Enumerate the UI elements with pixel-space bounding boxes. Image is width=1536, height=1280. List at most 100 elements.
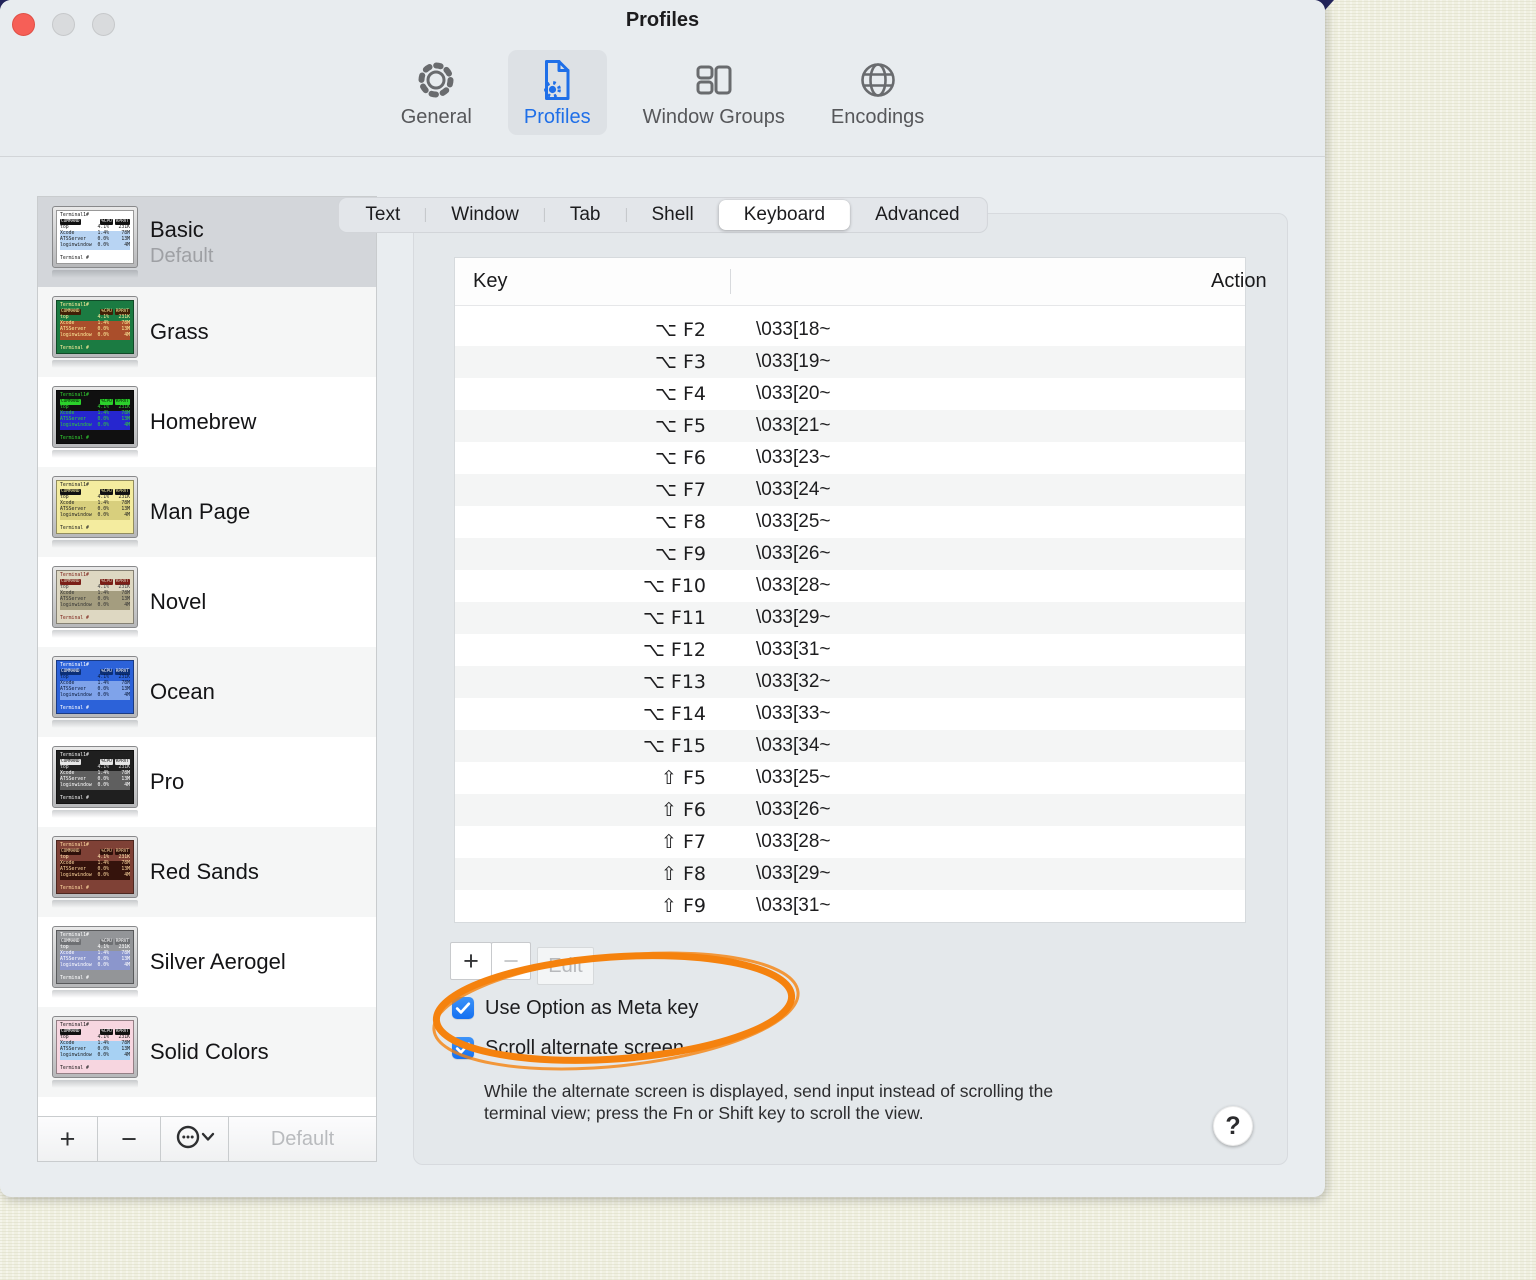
remove-profile-button[interactable]: − xyxy=(98,1117,161,1161)
tab-advanced[interactable]: Advanced xyxy=(850,200,985,230)
add-profile-button[interactable]: + xyxy=(38,1117,98,1161)
action-cell: \033[23~ xyxy=(756,447,831,468)
profile-name: Grass xyxy=(150,319,209,344)
thumbnail-reflection xyxy=(52,270,138,278)
action-cell: \033[25~ xyxy=(756,511,831,532)
toolbar-item-window-groups[interactable]: Window Groups xyxy=(633,50,795,135)
action-cell: \033[18~ xyxy=(756,319,831,340)
action-cell: \033[26~ xyxy=(756,543,831,564)
thumbnail-reflection xyxy=(52,990,138,998)
table-row[interactable]: ⇧ F6 \033[26~ xyxy=(455,794,1245,826)
terminal-preview-frame: Terminal1# COMMAND %CPU RPRVT top 4.1% 231K Xco… xyxy=(52,1016,138,1078)
help-button[interactable]: ? xyxy=(1213,1106,1253,1146)
profile-item-pro[interactable]: Terminal1# COMMAND %CPU RPRVT top 4.1% 231K Xco… xyxy=(38,737,376,827)
add-key-mapping-button[interactable]: + xyxy=(450,942,492,980)
terminal-preview-screen: Terminal1# COMMAND %CPU RPRVT top 4.1% 231K Xco… xyxy=(56,1020,134,1074)
plus-icon: + xyxy=(463,945,479,976)
table-row[interactable]: ⌥ F7 \033[24~ xyxy=(455,474,1245,506)
profile-item-homebrew[interactable]: Terminal1# COMMAND %CPU RPRVT top 4.1% 231K Xco… xyxy=(38,377,376,467)
action-cell: \033[19~ xyxy=(756,351,831,372)
key-cell: ⌥ F4 xyxy=(655,383,706,405)
profile-item-basic[interactable]: Terminal1# COMMAND %CPU RPRVT top 4.1% 231K Xco… xyxy=(38,197,376,287)
table-row[interactable]: ⌥ F15 \033[34~ xyxy=(455,730,1245,762)
profile-name: Man Page xyxy=(150,499,251,524)
checkbox-label: Use Option as Meta key xyxy=(485,996,699,1019)
terminal-preview-frame: Terminal1# COMMAND %CPU RPRVT top 4.1% 231K Xco… xyxy=(52,206,138,268)
checkbox-scroll-alternate-screen[interactable] xyxy=(452,1037,474,1059)
profile-item-novel[interactable]: Terminal1# COMMAND %CPU RPRVT top 4.1% 231K Xco… xyxy=(38,557,376,647)
table-row[interactable]: ⌥ F2 \033[18~ xyxy=(455,314,1245,346)
more-options-button[interactable] xyxy=(161,1117,229,1161)
tab-text[interactable]: Text xyxy=(340,200,425,230)
edit-button-label: Edit xyxy=(548,954,583,977)
table-row[interactable]: ⌥ F8 \033[25~ xyxy=(455,506,1245,538)
table-row[interactable]: ⇧ F5 \033[25~ xyxy=(455,762,1245,794)
profile-item-solid-colors[interactable]: Terminal1# COMMAND %CPU RPRVT top 4.1% 231K Xco… xyxy=(38,1007,376,1097)
profiles-sidebar: Terminal1# COMMAND %CPU RPRVT top 4.1% 231K Xco… xyxy=(37,196,377,1162)
key-cell: ⌥ F6 xyxy=(655,447,706,469)
edit-key-mapping-button[interactable]: Edit xyxy=(537,947,594,985)
table-row[interactable]: ⇧ F9 \033[31~ xyxy=(455,890,1245,922)
profile-item-grass[interactable]: Terminal1# COMMAND %CPU RPRVT top 4.1% 231K Xco… xyxy=(38,287,376,377)
table-row[interactable]: ⌥ F6 \033[23~ xyxy=(455,442,1245,474)
key-cell: ⇧ F9 xyxy=(661,895,706,917)
profile-name: Pro xyxy=(150,769,185,794)
table-row[interactable]: ⌥ F13 \033[32~ xyxy=(455,666,1245,698)
table-row[interactable]: ⇧ F8 \033[29~ xyxy=(455,858,1245,890)
profile-item-man-page[interactable]: Terminal1# COMMAND %CPU RPRVT top 4.1% 231K Xco… xyxy=(38,467,376,557)
tab-shell[interactable]: Shell xyxy=(626,200,718,230)
profile-thumbnail: Terminal1# COMMAND %CPU RPRVT top 4.1% 231K Xco… xyxy=(52,386,138,458)
terminal-preview-screen: Terminal1# COMMAND %CPU RPRVT top 4.1% 231K Xco… xyxy=(56,930,134,984)
key-cell: ⌥ F2 xyxy=(655,319,706,341)
window-groups-icon xyxy=(691,56,737,104)
key-cell: ⇧ F5 xyxy=(661,767,706,789)
toolbar-item-general[interactable]: General xyxy=(391,50,482,135)
terminal-preview-screen: Terminal1# COMMAND %CPU RPRVT top 4.1% 231K Xco… xyxy=(56,570,134,624)
checkbox-row-use-option-as-meta-key: Use Option as Meta key xyxy=(452,996,698,1020)
key-cell: ⌥ F14 xyxy=(642,703,706,725)
key-cell: ⌥ F15 xyxy=(642,735,706,757)
key-cell: ⌥ F7 xyxy=(655,479,706,501)
table-row[interactable]: ⌥ F14 \033[33~ xyxy=(455,698,1245,730)
thumbnail-reflection xyxy=(52,900,138,908)
toolbar-item-profiles[interactable]: Profiles xyxy=(507,50,607,135)
profile-item-red-sands[interactable]: Terminal1# COMMAND %CPU RPRVT top 4.1% 231K Xco… xyxy=(38,827,376,917)
profile-document-icon xyxy=(534,56,580,104)
profile-item-ocean[interactable]: Terminal1# COMMAND %CPU RPRVT top 4.1% 231K Xco… xyxy=(38,647,376,737)
table-row[interactable]: ⌥ F10 \033[28~ xyxy=(455,570,1245,602)
profile-thumbnail: Terminal1# COMMAND %CPU RPRVT top 4.1% 231K Xco… xyxy=(52,296,138,368)
action-cell: \033[28~ xyxy=(756,831,831,852)
profile-name: Ocean xyxy=(150,679,215,704)
checkbox-row-scroll-alternate-screen: Scroll alternate screen xyxy=(452,1036,698,1060)
table-row[interactable]: ⌥ F11 \033[29~ xyxy=(455,602,1245,634)
terminal-preview-frame: Terminal1# COMMAND %CPU RPRVT top 4.1% 231K Xco… xyxy=(52,746,138,808)
table-row[interactable]: ⌥ F5 \033[21~ xyxy=(455,410,1245,442)
set-default-button[interactable]: Default xyxy=(229,1117,376,1161)
terminal-preview-frame: Terminal1# COMMAND %CPU RPRVT top 4.1% 231K Xco… xyxy=(52,566,138,628)
column-divider[interactable] xyxy=(730,269,731,294)
checkbox-use-option-as-meta-key[interactable] xyxy=(452,997,474,1019)
action-cell: \033[21~ xyxy=(756,415,831,436)
terminal-preview-screen: Terminal1# COMMAND %CPU RPRVT top 4.1% 231K Xco… xyxy=(56,750,134,804)
terminal-preview-frame: Terminal1# COMMAND %CPU RPRVT top 4.1% 231K Xco… xyxy=(52,476,138,538)
action-cell: \033[29~ xyxy=(756,607,831,628)
key-cell: ⌥ F13 xyxy=(642,671,706,693)
thumbnail-reflection xyxy=(52,810,138,818)
toolbar-item-encodings[interactable]: Encodings xyxy=(821,50,934,135)
table-row[interactable]: ⇧ F7 \033[28~ xyxy=(455,826,1245,858)
table-row[interactable]: ⌥ F9 \033[26~ xyxy=(455,538,1245,570)
profile-thumbnail: Terminal1# COMMAND %CPU RPRVT top 4.1% 231K Xco… xyxy=(52,566,138,638)
thumbnail-reflection xyxy=(52,540,138,548)
remove-key-mapping-button[interactable]: − xyxy=(491,942,531,980)
checkbox-label: Scroll alternate screen xyxy=(485,1036,684,1059)
terminal-preview-screen: Terminal1# COMMAND %CPU RPRVT top 4.1% 231K Xco… xyxy=(56,840,134,894)
tab-window[interactable]: Window xyxy=(426,200,544,230)
table-row[interactable]: ⌥ F12 \033[31~ xyxy=(455,634,1245,666)
profile-item-silver-aerogel[interactable]: Terminal1# COMMAND %CPU RPRVT top 4.1% 231K Xco… xyxy=(38,917,376,1007)
table-row[interactable]: ⌥ F4 \033[20~ xyxy=(455,378,1245,410)
toolbar-item-label: General xyxy=(400,106,472,128)
tab-keyboard[interactable]: Keyboard xyxy=(718,200,851,230)
table-row[interactable]: ⌥ F3 \033[19~ xyxy=(455,346,1245,378)
action-cell: \033[28~ xyxy=(756,575,831,596)
tab-tab[interactable]: Tab xyxy=(545,200,626,230)
